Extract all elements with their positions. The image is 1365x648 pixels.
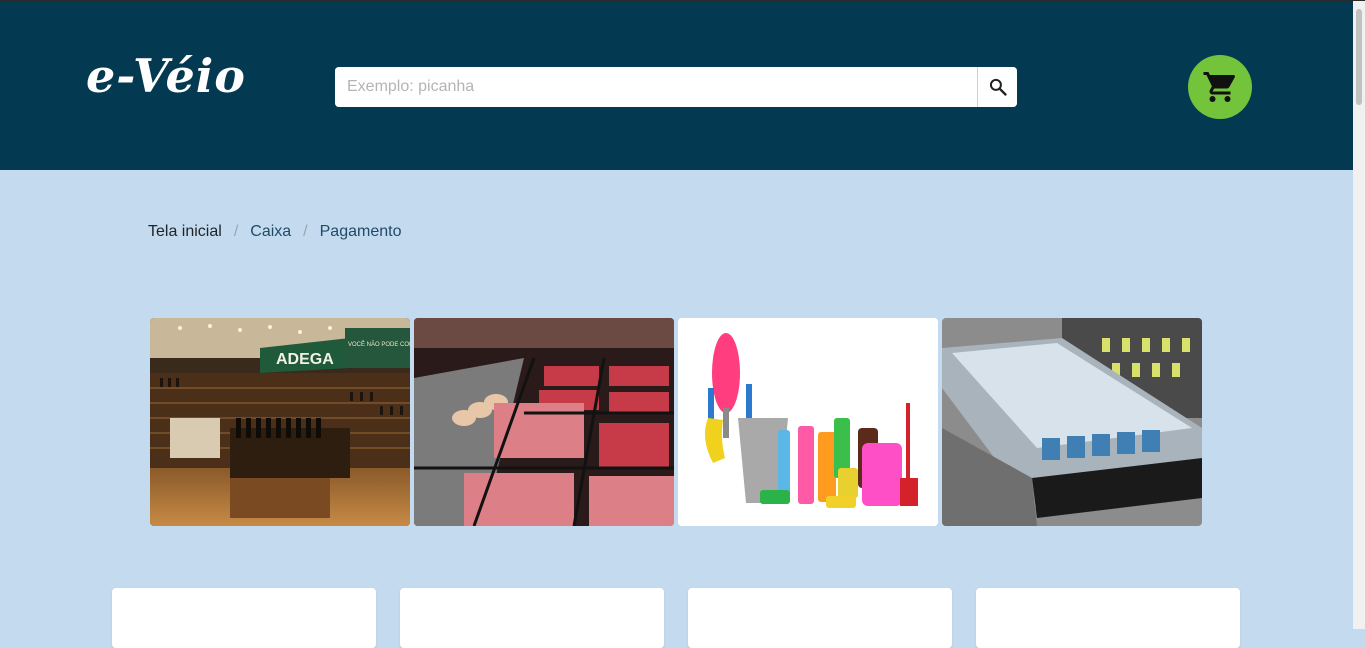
- frozen-foods-photo: [942, 318, 1202, 526]
- breadcrumb-separator: /: [233, 223, 239, 240]
- site-header: e-Véio: [0, 1, 1353, 170]
- category-tile-frozen[interactable]: [942, 318, 1202, 526]
- category-tile-meat[interactable]: [414, 318, 674, 526]
- cart-icon: [1203, 72, 1236, 102]
- product-card[interactable]: [400, 588, 664, 648]
- scrollbar-thumb[interactable]: [1356, 9, 1362, 105]
- product-card[interactable]: [112, 588, 376, 648]
- meat-counter-photo: [414, 318, 674, 526]
- category-tile-wine[interactable]: ADEGA VOCÊ NÃO PODE COMPRAR UM: [150, 318, 410, 526]
- search-input[interactable]: [335, 67, 977, 107]
- breadcrumb-separator: /: [303, 223, 308, 240]
- breadcrumb-item-checkout[interactable]: Caixa: [250, 222, 291, 242]
- product-card[interactable]: [976, 588, 1240, 648]
- breadcrumb-item-payment[interactable]: Pagamento: [320, 222, 402, 242]
- search-button[interactable]: [977, 67, 1017, 107]
- search-bar: [335, 67, 1017, 107]
- wine-slogan-text: VOCÊ NÃO PODE COMPRAR UM: [348, 340, 410, 348]
- site-logo[interactable]: e-Véio: [86, 46, 246, 106]
- category-tile-cleaning[interactable]: [678, 318, 938, 526]
- cleaning-products-photo: [678, 318, 938, 526]
- search-icon: [989, 78, 1007, 96]
- wine-sign-text: ADEGA: [276, 351, 334, 368]
- breadcrumb: Tela inicial / Caixa / Pagamento: [148, 222, 401, 242]
- product-card[interactable]: [688, 588, 952, 648]
- page-scrollbar[interactable]: [1353, 1, 1365, 629]
- cart-button[interactable]: [1188, 55, 1252, 119]
- wine-cellar-photo: ADEGA VOCÊ NÃO PODE COMPRAR UM: [150, 318, 410, 526]
- breadcrumb-item-home[interactable]: Tela inicial: [148, 222, 222, 242]
